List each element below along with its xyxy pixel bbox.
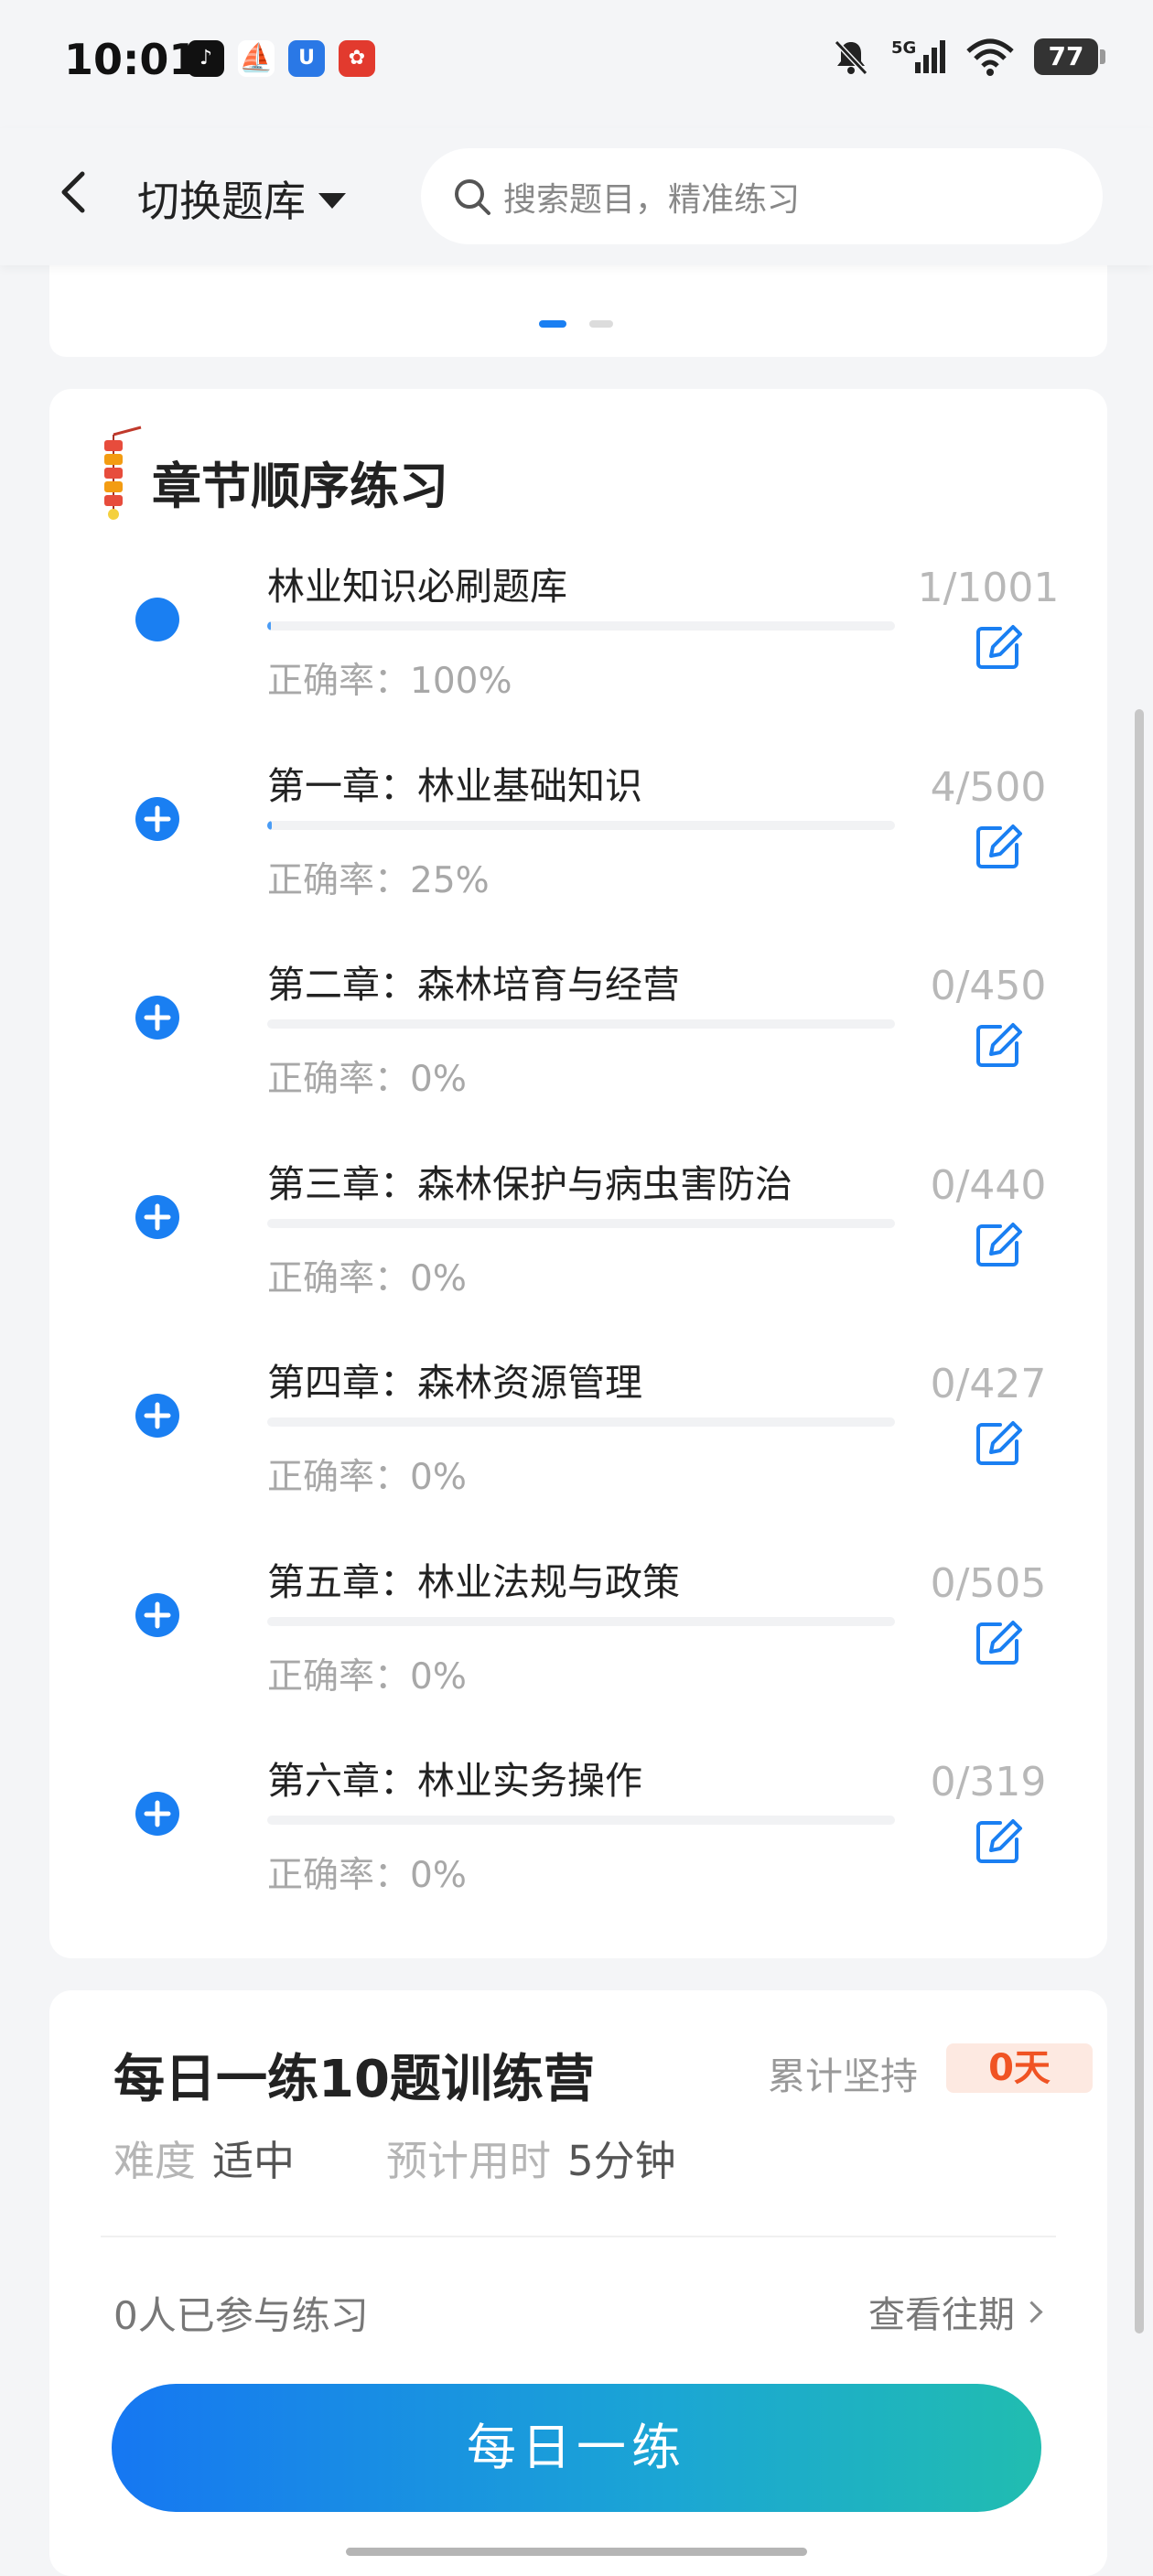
pager-dot-active[interactable] [539,320,566,328]
wifi-icon [966,38,1014,76]
chapter-progress-bar [267,820,895,830]
home-indicator[interactable] [346,2548,807,2556]
edit-practice-icon[interactable] [973,1019,1024,1071]
daily-practice-button[interactable]: 每日一练 [112,2384,1041,2512]
edit-practice-icon[interactable] [973,621,1024,673]
participants-count: 0人已参与练习 [113,2293,369,2338]
chapter-name: 第二章：森林培育与经营 [267,963,680,1007]
search-placeholder: 搜索题目，精准练习 [503,180,801,219]
history-label: 查看往期 [868,2294,1015,2336]
search-input[interactable]: 搜索题目，精准练习 [421,148,1103,244]
chapter-progress-bar [267,1218,895,1228]
chapter-count: 0/427 [930,1361,1047,1407]
search-icon [455,178,490,215]
back-arrow-icon[interactable] [48,165,102,220]
chapter-progress-fill [267,621,272,631]
chapter-count: 0/505 [930,1559,1047,1607]
chapter-count: 0/450 [930,963,1047,1009]
chapter-progress-bar [267,621,895,631]
difficulty-label: 难度 [113,2137,197,2185]
edit-practice-icon[interactable] [973,1617,1024,1668]
firecracker-icon [104,426,142,520]
battery-indicator: 77 [1034,38,1105,75]
signal-5g-icon: 5G [891,38,945,73]
switch-label: 切换题库 [137,177,306,226]
edit-practice-icon[interactable] [973,1417,1024,1469]
chapter-row[interactable]: 第一章：林业基础知识 正确率：25% 4/500 [49,755,1107,954]
sailboat-app-icon: ⛵ [238,40,275,77]
chapter-row[interactable]: 第四章：森林资源管理 正确率：0% 0/427 [49,1352,1107,1551]
divider [101,2236,1056,2237]
chapter-accuracy: 正确率：0% [267,1257,467,1299]
persist-badge: 0天 [946,2043,1093,2093]
edit-practice-icon[interactable] [973,1816,1024,1867]
chapter-row[interactable]: 第六章：林业实务操作 正确率：0% 0/319 [49,1750,1107,1949]
top-navigation: 切换题库 搜索题目，精准练习 [0,128,1153,265]
chapter-name: 第六章：林业实务操作 [267,1759,642,1803]
chapter-progress-bar [267,1019,895,1029]
svg-text:5G: 5G [891,38,916,58]
chapter-name: 第一章：林业基础知识 [267,763,642,808]
chevron-right-icon [1020,2300,1043,2323]
chapter-accuracy: 正确率：100% [267,661,512,702]
status-bar: 10:01 ♪ ⛵ U ✿ 5G 77 [0,0,1153,128]
red-app-icon: ✿ [339,40,375,77]
pager-dot[interactable] [589,320,613,328]
difficulty-value: 适中 [212,2137,296,2185]
chapter-row[interactable]: 第五章：林业法规与政策 正确率：0% 0/505 [49,1551,1107,1751]
chapter-count: 0/319 [930,1759,1047,1805]
edit-practice-icon[interactable] [973,821,1024,872]
expand-plus-icon[interactable] [134,1790,181,1838]
caret-down-icon [318,192,346,209]
chapter-progress-bar [267,1816,895,1825]
edit-practice-icon[interactable] [973,1219,1024,1270]
chapter-accuracy: 正确率：0% [267,1059,467,1100]
time-label: 预计用时 [386,2137,552,2185]
chapter-name: 第五章：林业法规与政策 [267,1559,680,1604]
filled-circle-icon[interactable] [134,596,181,643]
chapter-progress-bar [267,1616,895,1626]
chapter-row[interactable]: 第三章：森林保护与病虫害防治 正确率：0% 0/440 [49,1153,1107,1353]
chapter-row[interactable]: 林业知识必刷题库 正确率：100% 1/1001 [49,555,1107,755]
chapter-name: 林业知识必刷题库 [267,565,567,609]
expand-plus-icon[interactable] [134,1591,181,1639]
daily-title: 每日一练10题训练营 [113,2050,595,2109]
switch-question-bank-button[interactable]: 切换题库 [137,168,346,229]
banner-card [49,265,1107,357]
chapter-progress-fill [267,820,273,830]
difficulty-info: 难度 适中 [113,2128,295,2187]
chapter-name: 第四章：森林资源管理 [267,1361,642,1405]
expand-plus-icon[interactable] [134,994,181,1041]
chapter-accuracy: 正确率：0% [267,1855,467,1896]
chapter-practice-card: 章节顺序练习 林业知识必刷题库 正确率：100% 1/1001 第一章：林业基础知识正… [49,389,1107,1958]
scrollbar[interactable] [1135,709,1144,2333]
time-info: 预计用时 5分钟 [386,2128,676,2187]
bell-muted-icon [834,39,868,76]
tiktok-icon: ♪ [188,40,224,77]
chapter-progress-bar [267,1417,895,1427]
view-history-link[interactable]: 查看往期 [868,2285,1043,2338]
clock: 10:01 [64,35,199,84]
daily-practice-card: 每日一练10题训练营 累计坚持 0天 难度 适中 预计用时 5分钟 0人已参与练习 … [49,1990,1107,2576]
chapter-accuracy: 正确率：0% [267,1457,467,1498]
expand-plus-icon[interactable] [134,795,181,843]
expand-plus-icon[interactable] [134,1392,181,1439]
chapter-count: 4/500 [930,763,1047,811]
chapter-row[interactable]: 第二章：森林培育与经营 正确率：0% 0/450 [49,954,1107,1153]
expand-plus-icon[interactable] [134,1193,181,1241]
blue-app-icon: U [288,40,325,77]
section-title: 章节顺序练习 [152,458,448,515]
time-value: 5分钟 [567,2137,676,2185]
chapter-accuracy: 正确率：25% [267,859,490,901]
chapter-accuracy: 正确率：0% [267,1655,467,1698]
persist-label: 累计坚持 [768,2054,918,2098]
chapter-count: 0/440 [930,1161,1047,1209]
chapter-count: 1/1001 [917,565,1060,611]
chapter-name: 第三章：森林保护与病虫害防治 [267,1161,792,1206]
